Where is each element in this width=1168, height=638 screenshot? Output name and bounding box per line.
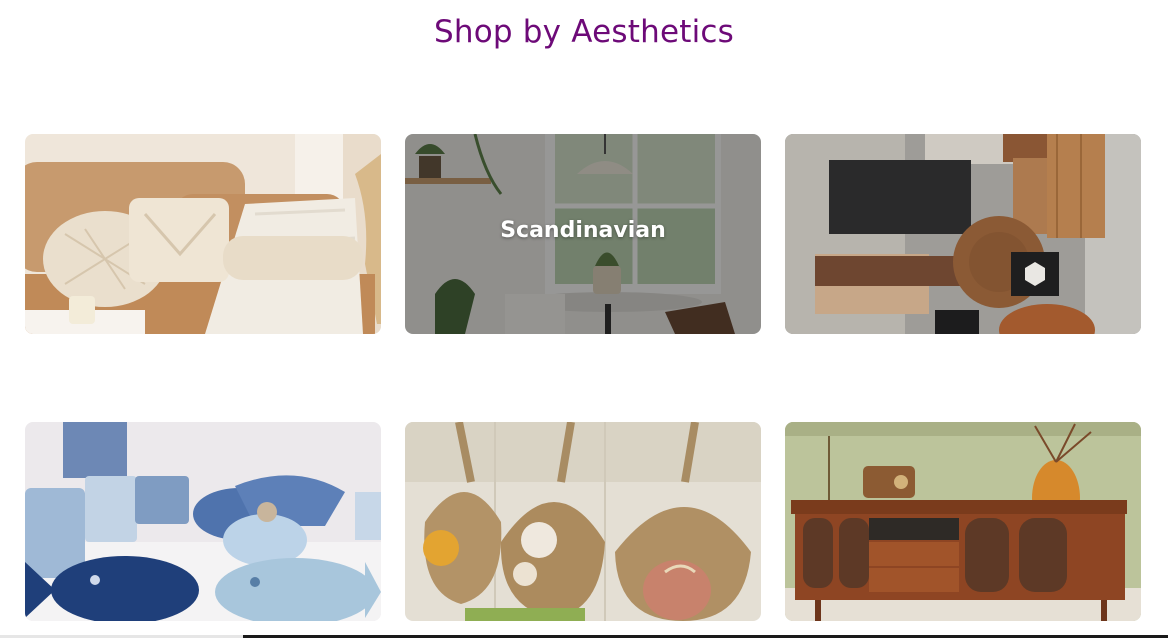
aesthetic-card-boho[interactable] bbox=[25, 134, 381, 334]
industrial-image bbox=[785, 134, 1141, 334]
coastal-image bbox=[25, 422, 381, 621]
card-hover-overlay: Scandinavian bbox=[405, 134, 761, 334]
page: Shop by Aesthetics Scandinavian bbox=[0, 0, 1168, 638]
aesthetic-card-scandinavian[interactable]: Scandinavian bbox=[405, 134, 761, 334]
boho-image bbox=[25, 134, 381, 334]
mid-century-image bbox=[785, 422, 1141, 621]
rustic-image bbox=[405, 422, 761, 621]
aesthetic-card-rustic[interactable] bbox=[405, 422, 761, 621]
aesthetic-card-mid-century[interactable] bbox=[785, 422, 1141, 621]
card-label-scandinavian: Scandinavian bbox=[500, 218, 666, 243]
aesthetic-card-coastal[interactable] bbox=[25, 422, 381, 621]
aesthetic-card-industrial[interactable] bbox=[785, 134, 1141, 334]
section-title: Shop by Aesthetics bbox=[433, 14, 735, 50]
